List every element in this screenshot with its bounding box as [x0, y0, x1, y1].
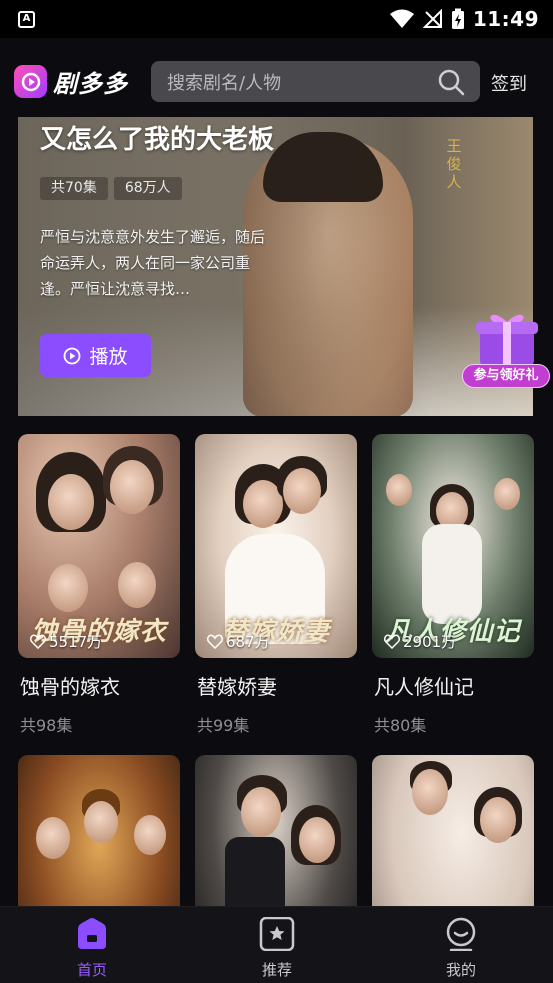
poster-actor-name: 王俊人 [446, 137, 462, 191]
play-circle-icon [64, 347, 81, 364]
episode-count: 共99集 [197, 716, 250, 735]
drama-title[interactable]: 替嫁娇妻 [195, 671, 357, 700]
featured-banner[interactable]: 王俊人 又怎么了我的大老板 共70集 68万人 严恒与沈意意外发生了邂逅，随后命… [18, 117, 533, 416]
heart-icon [30, 634, 46, 649]
signin-button[interactable]: 签到 [491, 70, 527, 96]
featured-description: 严恒与沈意意外发生了邂逅，随后命运弄人，两人在同一家公司重逢。严恒让沈意寻找… [40, 228, 266, 298]
gift-box-icon [476, 314, 538, 366]
gift-label[interactable]: 参与领好礼 [462, 364, 550, 388]
play-label: 播放 [89, 346, 128, 368]
search-placeholder[interactable]: 搜索剧名/人物 [167, 69, 436, 95]
nav-label: 我的 [445, 961, 476, 979]
home-icon[interactable] [74, 917, 110, 951]
drama-title[interactable]: 凡人修仙记 [372, 671, 534, 700]
star-icon[interactable] [259, 917, 295, 951]
battery-charging-icon [451, 8, 464, 29]
view-count: 2901万 [384, 631, 456, 652]
status-bar: A 11:49 [0, 0, 553, 38]
view-count: 5517万 [30, 631, 102, 652]
drama-title[interactable]: 蚀骨的嫁衣 [18, 671, 180, 700]
drama-card[interactable]: 蚀骨的嫁衣 5517万 蚀骨的嫁衣 共98集 [18, 434, 180, 736]
no-signal-icon [422, 9, 442, 28]
wifi-icon [389, 9, 414, 28]
episode-count: 共80集 [374, 716, 427, 735]
heart-icon [384, 634, 400, 649]
view-count: 687万 [207, 631, 270, 652]
featured-tags: 共70集 68万人 [40, 177, 182, 200]
app-header: 剧多多 搜索剧名/人物 签到 [0, 38, 553, 120]
drama-card[interactable]: 凡人修仙记 2901万 凡人修仙记 共80集 [372, 434, 534, 736]
clock: 11:49 [472, 7, 539, 31]
profile-icon[interactable] [443, 917, 479, 951]
search-icon[interactable] [436, 67, 466, 97]
gift-promo[interactable]: 参与领好礼 [460, 302, 550, 388]
drama-poster[interactable]: 凡人修仙记 2901万 [372, 434, 534, 658]
heart-icon [207, 634, 223, 649]
play-button[interactable]: 播放 [40, 334, 151, 377]
notification-app-icon: A [18, 10, 35, 28]
episode-count-tag: 共70集 [40, 177, 108, 200]
app-screen: A 11:49 剧多多 搜索剧名/人物 签到 王俊人 又怎么了我的大老板 共70… [0, 0, 553, 983]
tab-recommend[interactable]: 推荐 [227, 917, 327, 980]
logo-play-icon [14, 65, 47, 98]
search-bar[interactable]: 搜索剧名/人物 [151, 61, 480, 102]
viewer-count-tag: 68万人 [113, 177, 182, 200]
nav-label: 推荐 [261, 961, 292, 979]
episode-count: 共98集 [20, 716, 73, 735]
featured-title: 又怎么了我的大老板 [40, 125, 275, 155]
app-logo: 剧多多 [14, 64, 128, 99]
drama-poster[interactable]: 蚀骨的嫁衣 5517万 [18, 434, 180, 658]
tab-profile[interactable]: 我的 [411, 917, 511, 980]
drama-card[interactable]: 替嫁娇妻 687万 替嫁娇妻 共99集 [195, 434, 357, 736]
nav-label: 首页 [76, 961, 107, 979]
tab-home[interactable]: 首页 [42, 917, 142, 980]
drama-poster[interactable]: 替嫁娇妻 687万 [195, 434, 357, 658]
bottom-navigation: 首页 推荐 我的 [0, 906, 553, 983]
app-name: 剧多多 [53, 70, 128, 98]
